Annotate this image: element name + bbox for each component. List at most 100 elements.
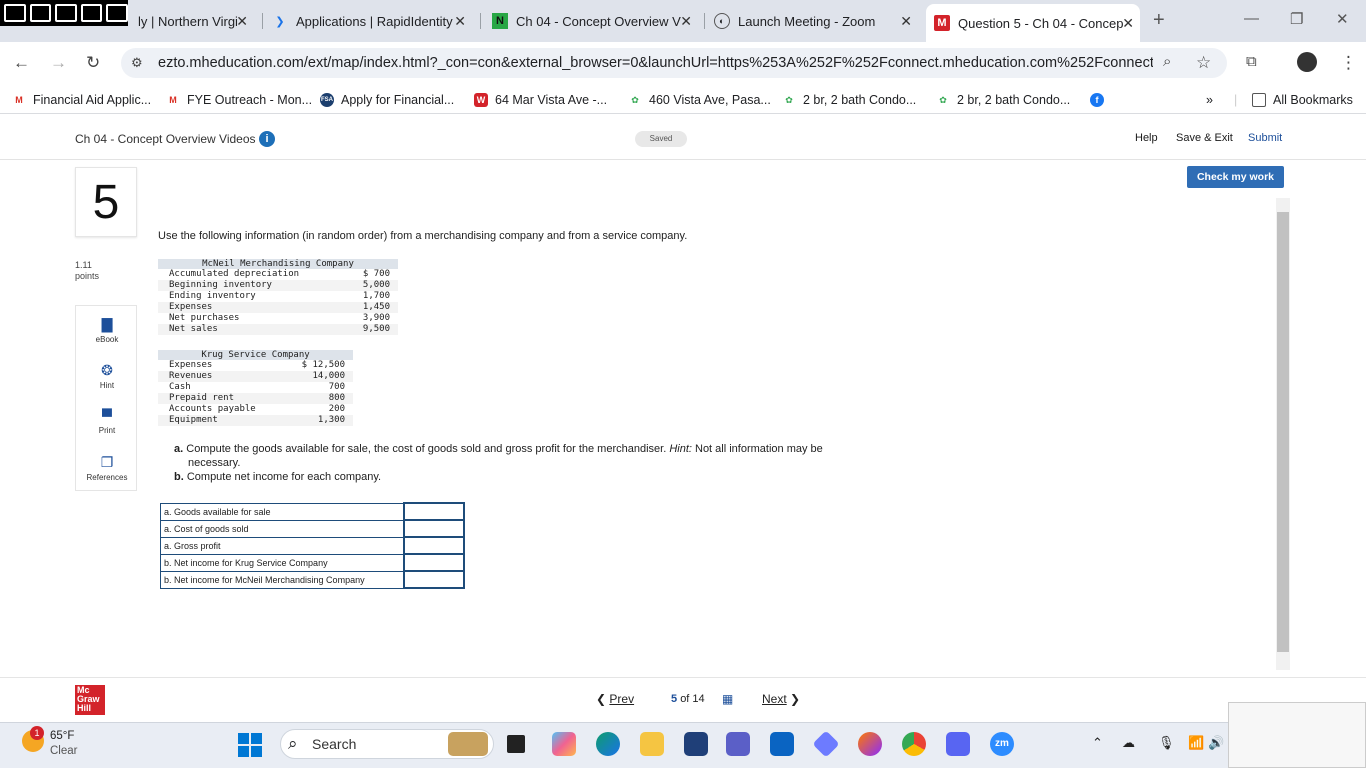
windows-start-icon[interactable] [238,733,262,757]
bookmark-item[interactable]: W 64 Mar Vista Ave -... [474,93,607,107]
volume-icon[interactable]: 🔊 [1208,735,1224,751]
submit-link[interactable]: Submit [1248,132,1282,144]
grid-icon[interactable]: ▦ [722,692,733,706]
close-icon[interactable]: ✕ [236,13,248,30]
file-explorer-icon[interactable] [640,732,664,756]
tab-zoom[interactable]: ◐ Launch Meeting - Zoom ✕ [714,8,918,34]
answer-table: a. Goods available for sale a. Cost of g… [160,502,465,589]
peace-icon: ✿ [939,94,947,105]
question-number: 5 [75,167,137,237]
save-exit-link[interactable]: Save & Exit [1176,132,1233,144]
tab-question-5[interactable]: M Question 5 - Ch 04 - Concep ✕ [926,4,1140,42]
reload-icon[interactable]: ↻ [86,53,100,73]
points-label: points [75,271,100,281]
assignment-title: Ch 04 - Concept Overview Videos [75,132,256,146]
print-button[interactable]: ▀ Print [76,408,138,435]
close-icon[interactable]: ✕ [454,13,466,30]
bookmarks-overflow[interactable]: » [1206,93,1213,107]
extensions-icon[interactable]: ⧉ [1246,53,1257,70]
url-text[interactable]: ezto.mheducation.com/ext/map/index.html?… [158,55,1153,71]
table-row: b. Net income for Krug Service Company [160,553,465,572]
weather-widget[interactable]: 65°F Clear [50,729,77,759]
bookmark-item[interactable]: FSA Apply for Financial... [320,93,454,107]
close-icon[interactable]: ✕ [900,13,912,30]
forward-icon[interactable]: → [50,53,67,73]
goods-available-input[interactable] [404,505,463,518]
facebook-icon: f [1090,93,1104,107]
tab-title: Applications | RapidIdentity [296,13,453,29]
notification-badge: 1 [30,726,44,740]
zoom-icon[interactable]: ⌕ [1163,53,1171,70]
krug-net-income-input[interactable] [404,556,463,569]
back-icon[interactable]: ← [13,53,30,73]
capture-toolbar[interactable] [0,0,128,26]
chevron-right-icon: ❯ [786,692,801,706]
bookmark-item[interactable]: ✿ 460 Vista Ave, Pasa... [628,93,771,107]
peace-icon: ✿ [785,94,793,105]
menu-icon[interactable]: ⋮ [1340,53,1357,73]
tab-rapididentity[interactable]: ❯ Applications | RapidIdentity ✕ [272,8,472,34]
prev-button[interactable]: ❮ Prev [596,692,634,706]
table-row: b. Net income for McNeil Merchandising C… [160,570,465,589]
divider: | [1234,93,1238,107]
search-highlight-icon[interactable] [448,732,488,756]
hint-button[interactable]: ❂ Hint [76,362,138,390]
bookmark-star-icon[interactable]: ☆ [1196,53,1211,73]
minimize-icon[interactable]: — [1244,10,1259,27]
part-b: b. Compute net income for each company. [174,471,382,483]
tab-title: Launch Meeting - Zoom [738,13,876,29]
gross-profit-input[interactable] [404,539,463,552]
peace-icon: ✿ [631,94,639,105]
bookmark-facebook[interactable]: f [1090,93,1111,107]
bookmark-item[interactable]: M FYE Outreach - Mon... [166,93,312,107]
outlook-icon[interactable] [770,732,794,756]
bookmark-item[interactable]: M Financial Aid Applic... [12,93,151,107]
chevron-up-icon[interactable]: ⌃ [1092,735,1103,751]
table-row: a. Cost of goods sold [160,519,465,538]
close-icon[interactable]: ✕ [1122,15,1134,32]
window-preview-thumbnail[interactable] [1228,702,1366,768]
tab-title: Ch 04 - Concept Overview V [516,13,681,29]
cloud-icon[interactable]: ☁ [1122,735,1135,751]
profile-avatar[interactable] [1297,52,1317,72]
chrome-icon[interactable] [902,732,926,756]
tab-northern-virginia[interactable]: ly | Northern Virgi ✕ [128,8,254,34]
restore-icon[interactable]: ❐ [1290,10,1303,28]
close-window-icon[interactable]: ✕ [1336,10,1349,28]
edge-icon[interactable] [596,732,620,756]
tab-separator [704,13,705,29]
references-button[interactable]: ❐ References [76,454,138,482]
cost-of-goods-sold-input[interactable] [404,522,463,535]
teams-icon[interactable] [726,732,750,756]
close-icon[interactable]: ✕ [680,13,692,30]
all-bookmarks[interactable]: All Bookmarks [1252,93,1353,107]
mcneil-net-income-input[interactable] [404,573,463,586]
new-tab-icon[interactable]: + [1153,9,1165,32]
instructions: a. Compute the goods available for sale,… [174,442,864,484]
discord-icon[interactable] [946,732,970,756]
page-indicator: 5 of 14 [671,693,705,705]
help-link[interactable]: Help [1135,132,1158,144]
scrollbar-thumb[interactable] [1277,212,1289,652]
zoom-app-icon[interactable]: zm [990,732,1014,756]
site-settings-icon[interactable]: ⚙ [131,55,143,71]
wifi-icon[interactable]: 📶 [1188,735,1204,751]
tab-concept-overview[interactable]: N Ch 04 - Concept Overview V ✕ [492,8,698,34]
bookmark-item[interactable]: ✿ 2 br, 2 bath Condo... [782,93,916,107]
microphone-icon[interactable]: 🎙 [1158,735,1175,751]
copilot-icon[interactable] [552,732,576,756]
w-icon: W [474,93,488,107]
mcneil-table-title: McNeil Merchandising Company [158,259,398,269]
task-view-icon[interactable] [507,735,525,753]
tab-separator [262,13,263,29]
krug-table: Krug Service Company Expenses $ 12,500 Re… [158,350,353,426]
firefox-icon[interactable] [858,732,882,756]
next-button[interactable]: Next ❯ [762,692,800,706]
table-row: a. Goods available for sale [160,502,465,521]
check-my-work-button[interactable]: Check my work [1187,166,1284,188]
fsa-icon: FSA [320,93,334,107]
store-icon[interactable] [684,732,708,756]
ebook-button[interactable]: ▇ eBook [76,316,138,344]
info-icon[interactable]: i [259,131,275,147]
bookmark-item[interactable]: ✿ 2 br, 2 bath Condo... [936,93,1070,107]
